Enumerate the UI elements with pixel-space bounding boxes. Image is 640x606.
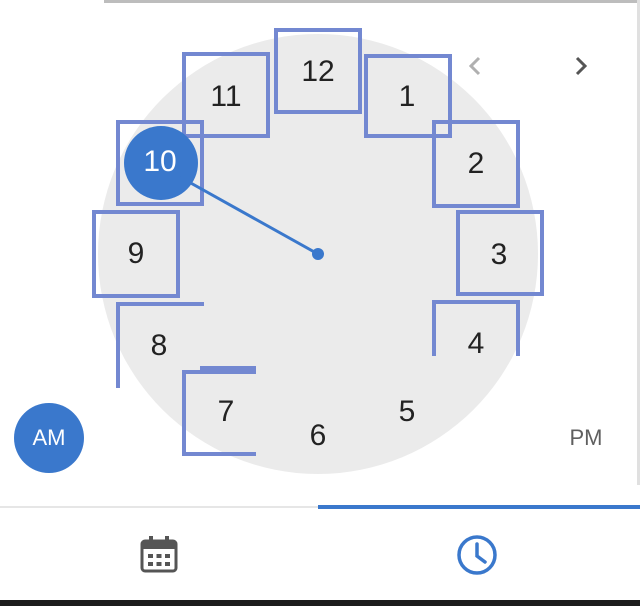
active-tab-indicator xyxy=(318,505,640,509)
hour-label-2[interactable]: 2 xyxy=(446,144,506,184)
hour-label-12[interactable]: 12 xyxy=(288,52,348,92)
hour-label-8[interactable]: 8 xyxy=(129,326,189,366)
tab-date[interactable] xyxy=(0,510,318,600)
next-button[interactable] xyxy=(560,46,600,86)
hour-label-9[interactable]: 9 xyxy=(106,234,166,274)
previous-button[interactable] xyxy=(456,46,496,86)
hour-label-10[interactable]: 10 xyxy=(130,142,190,182)
am-button[interactable]: AM xyxy=(14,403,84,473)
clock-center-dot xyxy=(312,248,324,260)
hour-label-1[interactable]: 1 xyxy=(377,77,437,117)
chevron-right-icon xyxy=(575,56,588,76)
pm-button[interactable]: PM xyxy=(551,403,621,473)
hour-label-5[interactable]: 5 xyxy=(377,392,437,432)
hour-label-3[interactable]: 3 xyxy=(469,235,529,275)
chevron-left-icon xyxy=(468,56,481,76)
hour-label-6[interactable]: 6 xyxy=(288,416,348,456)
window-bottom-edge xyxy=(0,600,640,606)
hour-label-4[interactable]: 4 xyxy=(446,324,506,364)
calendar-icon xyxy=(140,536,178,573)
tab-time[interactable] xyxy=(318,510,636,600)
hour-label-11[interactable]: 11 xyxy=(196,77,256,117)
clock-icon xyxy=(457,535,497,575)
hour-label-7[interactable]: 7 xyxy=(196,392,256,432)
